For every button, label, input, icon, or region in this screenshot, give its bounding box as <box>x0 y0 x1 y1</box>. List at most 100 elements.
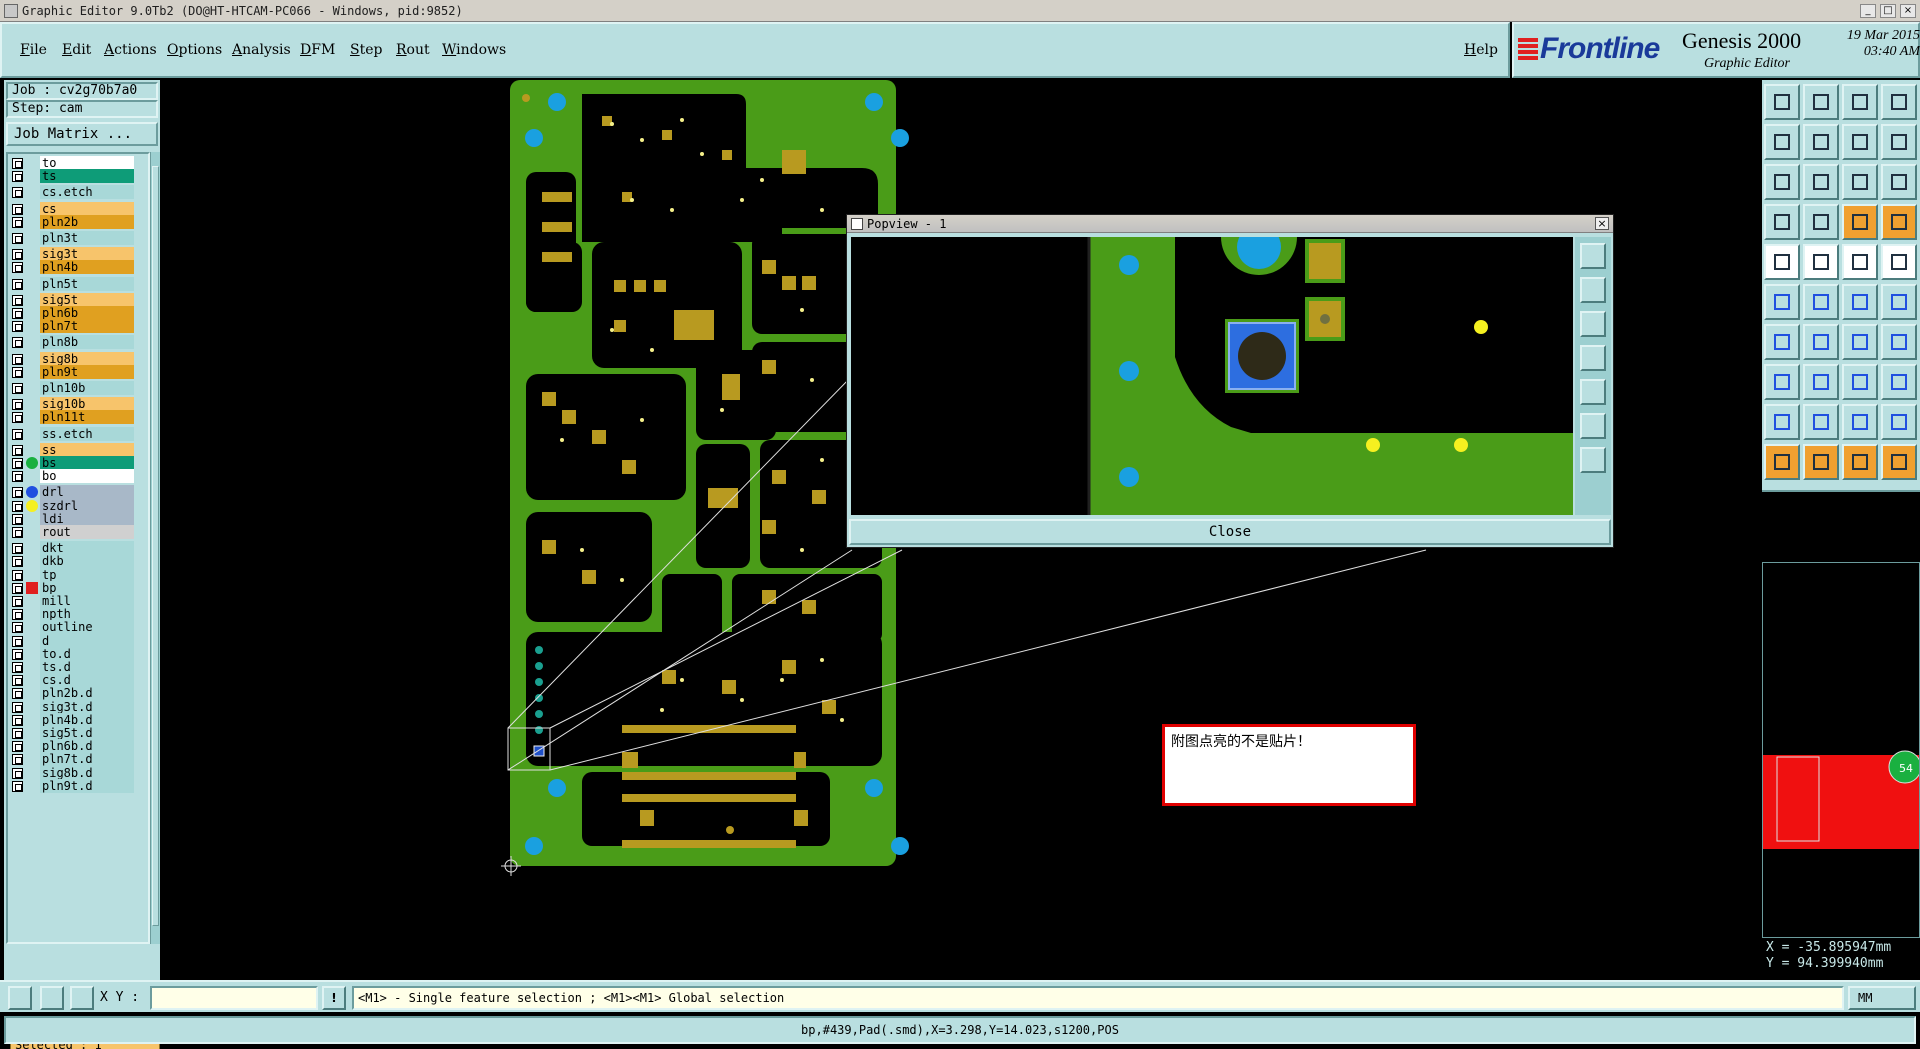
layer-list-scrollbar[interactable] <box>150 152 160 944</box>
layer-row-pln7t[interactable]: pln7t <box>10 319 134 334</box>
rotate-icon[interactable] <box>1842 124 1878 160</box>
measure-icon[interactable] <box>1842 244 1878 280</box>
layer-display-checkbox[interactable] <box>12 337 23 349</box>
menu-file[interactable]: File <box>20 42 47 58</box>
layer-display-checkbox[interactable] <box>12 569 23 581</box>
layer-display-checkbox[interactable] <box>12 675 23 687</box>
layer-display-checkbox[interactable] <box>12 366 23 378</box>
layer-display-checkbox[interactable] <box>12 741 23 753</box>
line-add-icon[interactable] <box>1764 324 1800 360</box>
shape-edit-icon[interactable] <box>1803 244 1839 280</box>
line-edit-icon[interactable] <box>1803 324 1839 360</box>
popview-zoom-home-icon[interactable] <box>1580 243 1606 269</box>
layer-display-checkbox[interactable] <box>12 383 23 394</box>
route-icon[interactable] <box>1881 444 1917 480</box>
grid-icon[interactable] <box>1803 204 1839 240</box>
menu-step[interactable]: Step <box>350 42 382 58</box>
layer-display-checkbox[interactable] <box>12 158 23 169</box>
scale-1to2-icon[interactable] <box>1842 164 1878 200</box>
layer-display-checkbox[interactable] <box>12 321 23 333</box>
units-select[interactable]: MM <box>1848 986 1916 1010</box>
popview-zoom-out-icon[interactable] <box>1580 447 1606 473</box>
text-select-icon[interactable] <box>1842 404 1878 440</box>
select-region-icon[interactable] <box>1764 364 1800 400</box>
layer-row-pln3t[interactable]: pln3t <box>10 231 134 246</box>
layer-row-ss-etch[interactable]: ss.etch <box>10 426 134 442</box>
center-icon[interactable] <box>1803 164 1839 200</box>
layer-row-pln5t[interactable]: pln5t <box>10 276 134 292</box>
layer-display-checkbox[interactable] <box>12 294 23 306</box>
measure-tool-icon[interactable] <box>40 986 64 1010</box>
layer-display-checkbox[interactable] <box>12 412 23 424</box>
delete-icon[interactable] <box>1803 284 1839 320</box>
layer-display-checkbox[interactable] <box>12 513 23 525</box>
help-icon[interactable] <box>1881 164 1917 200</box>
xy-input[interactable] <box>150 986 318 1010</box>
grid-snap-icon[interactable] <box>70 986 94 1010</box>
pad-icon[interactable] <box>1881 244 1917 280</box>
close-window-button[interactable]: × <box>1900 3 1916 18</box>
split-icon[interactable] <box>1881 324 1917 360</box>
text-bold-icon[interactable] <box>1881 404 1917 440</box>
layer-display-checkbox[interactable] <box>12 688 23 700</box>
layer-display-checkbox[interactable] <box>12 556 23 568</box>
layer-display-checkbox[interactable] <box>12 527 23 538</box>
select-arrow-icon[interactable] <box>1803 444 1839 480</box>
menu-help[interactable]: Help <box>1464 42 1498 58</box>
layer-display-checkbox[interactable] <box>12 308 23 319</box>
pointer-icon[interactable] <box>1764 444 1800 480</box>
layer-row-ts[interactable]: ts <box>10 169 134 184</box>
snap-icon[interactable] <box>1881 124 1917 160</box>
layer-row-pln9t-d[interactable]: pln9t.d <box>10 778 134 794</box>
layer-config-icon[interactable] <box>1881 204 1917 240</box>
layer-display-checkbox[interactable] <box>12 458 23 469</box>
layer-display-checkbox[interactable] <box>12 187 23 199</box>
zoom-home-icon[interactable] <box>1764 84 1800 120</box>
text-add-icon[interactable] <box>1764 404 1800 440</box>
layer-row-bo[interactable]: bo <box>10 469 134 484</box>
popview-zoom-in-icon[interactable] <box>1580 413 1606 439</box>
popview-close-button[interactable]: Close <box>849 519 1611 545</box>
home-icon[interactable] <box>1842 84 1878 120</box>
feature-add-icon[interactable] <box>1764 244 1800 280</box>
layer-display-checkbox[interactable] <box>12 543 23 555</box>
text-edit-icon[interactable] <box>1803 404 1839 440</box>
layer-display-checkbox[interactable] <box>12 428 23 440</box>
menu-windows[interactable]: Windows <box>442 42 506 58</box>
pan-left-icon[interactable] <box>1764 124 1800 160</box>
fit-icon[interactable] <box>1764 164 1800 200</box>
layer-row-pln4b[interactable]: pln4b <box>10 260 134 275</box>
layer-display-checkbox[interactable] <box>12 728 23 739</box>
layer-tune-icon[interactable] <box>1842 204 1878 240</box>
menu-rout[interactable]: Rout <box>396 42 430 58</box>
overview-panel[interactable]: 54 <box>1762 562 1920 938</box>
layer-display-checkbox[interactable] <box>12 767 23 779</box>
job-matrix-button[interactable]: Job Matrix ... <box>6 122 158 146</box>
menu-edit[interactable]: Edit <box>62 42 91 58</box>
split-view-icon[interactable] <box>1881 84 1917 120</box>
polygon-icon[interactable] <box>1881 364 1917 400</box>
layer-display-checkbox[interactable] <box>12 399 23 411</box>
popview-pan-left-icon[interactable] <box>1580 345 1606 371</box>
layer-display-checkbox[interactable] <box>12 714 23 726</box>
redraw-icon[interactable] <box>1764 204 1800 240</box>
layer-display-checkbox[interactable] <box>12 609 23 621</box>
layer-display-checkbox[interactable] <box>12 701 23 713</box>
layer-display-checkbox[interactable] <box>12 249 23 261</box>
layer-row-pln9t[interactable]: pln9t <box>10 364 134 380</box>
menu-actions[interactable]: Actions <box>104 42 157 58</box>
layer-display-checkbox[interactable] <box>12 353 23 365</box>
layer-row-rout[interactable]: rout <box>10 525 134 540</box>
layer-display-checkbox[interactable] <box>12 471 23 483</box>
layer-row-pln10b[interactable]: pln10b <box>10 381 134 396</box>
layer-row-pln2b[interactable]: pln2b <box>10 214 134 230</box>
layer-row-pln8b[interactable]: pln8b <box>10 335 134 350</box>
popview-close-x-button[interactable]: × <box>1595 217 1609 230</box>
connect-icon[interactable] <box>1764 284 1800 320</box>
layer-display-checkbox[interactable] <box>12 216 23 228</box>
layer-display-checkbox[interactable] <box>12 780 23 792</box>
layer-display-checkbox[interactable] <box>12 596 23 607</box>
layer-display-checkbox[interactable] <box>12 278 23 290</box>
layer-display-checkbox[interactable] <box>12 582 23 594</box>
cut-icon[interactable] <box>1803 364 1839 400</box>
